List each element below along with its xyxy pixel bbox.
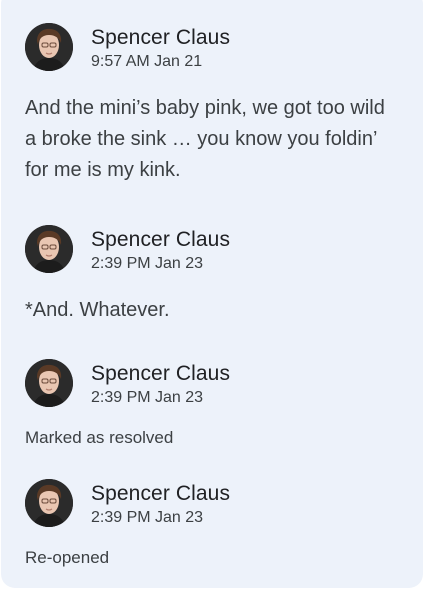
comment-timestamp: 2:39 PM Jan 23	[91, 509, 204, 526]
comment-header: Spencer Claus 2:39 PM Jan 23	[25, 479, 415, 527]
avatar[interactable]	[25, 479, 73, 527]
comment-author: Spencer Claus	[91, 362, 231, 385]
comment-entry: Spencer Claus 9:57 AM Jan 21 And the min…	[25, 23, 415, 186]
comment-header: Spencer Claus 2:39 PM Jan 23	[25, 359, 415, 407]
avatar[interactable]	[25, 359, 73, 407]
comment-header: Spencer Claus 2:39 PM Jan 23	[25, 225, 415, 273]
avatar[interactable]	[25, 23, 73, 71]
user-avatar-icon	[25, 225, 73, 273]
comment-body: And the mini’s baby pink, we got too wil…	[25, 97, 385, 181]
comment-header: Spencer Claus 9:57 AM Jan 21	[25, 23, 415, 71]
comment-timestamp: 2:39 PM Jan 23	[91, 255, 204, 272]
comment-entry: Spencer Claus 2:39 PM Jan 23 Marked as r…	[25, 359, 415, 449]
comment-entry: Spencer Claus 2:39 PM Jan 23 *And. Whate…	[25, 225, 415, 326]
avatar[interactable]	[25, 225, 73, 273]
comment-timestamp: 9:57 AM Jan 21	[91, 53, 203, 70]
comment-author: Spencer Claus	[91, 482, 231, 505]
comment-body: *And. Whatever.	[25, 299, 170, 321]
comment-timestamp: 2:39 PM Jan 23	[91, 389, 204, 406]
user-avatar-icon	[25, 479, 73, 527]
comment-author: Spencer Claus	[91, 228, 231, 251]
comment-author: Spencer Claus	[91, 26, 231, 49]
user-avatar-icon	[25, 23, 73, 71]
comment-entry: Spencer Claus 2:39 PM Jan 23 Re-opened	[25, 479, 415, 569]
user-avatar-icon	[25, 359, 73, 407]
resolved-status: Marked as resolved	[25, 428, 174, 447]
reopened-status: Re-opened	[25, 548, 110, 567]
